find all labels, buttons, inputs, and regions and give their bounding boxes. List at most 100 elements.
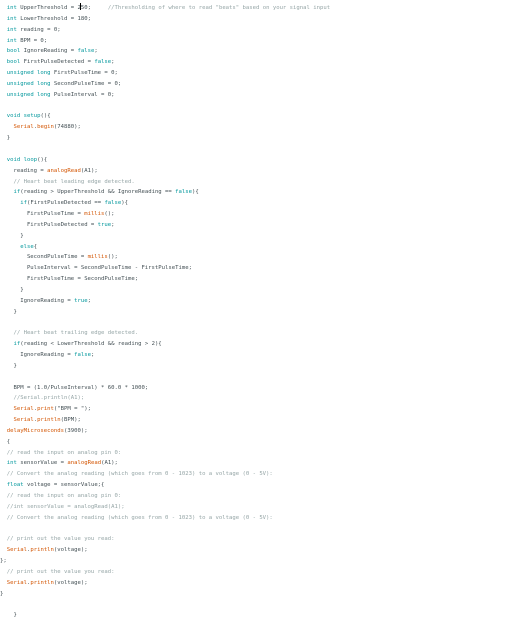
code-line[interactable]: FirstPulseDetected = true; (0, 220, 506, 231)
code-line[interactable] (0, 144, 506, 155)
code-line[interactable]: FirstPulseTime = millis(); (0, 209, 506, 220)
code-line[interactable]: Serial.begin(74880); (0, 122, 506, 133)
code-keyword: void (6, 156, 21, 163)
code-comment: //Serial.println(A1); (0, 395, 85, 402)
code-text: }; (0, 558, 7, 565)
code-line[interactable] (0, 317, 506, 328)
code-text: FirstPulseDetected = (20, 59, 95, 66)
code-line[interactable]: Serial.println(voltage); (0, 545, 506, 556)
code-line[interactable]: else{ (0, 242, 506, 253)
code-line[interactable]: if(reading > UpperThreshold && IgnoreRea… (0, 187, 506, 198)
code-line[interactable]: PulseInterval = SecondPulseTime - FirstP… (0, 263, 506, 274)
code-line[interactable]: int sensorValue = analogRead(A1); (0, 458, 506, 469)
code-text: LowerThreshold = 180; (16, 15, 91, 22)
code-text: (voltage); (53, 579, 88, 586)
code-text: (); (107, 254, 118, 261)
code-line[interactable]: { (0, 437, 506, 448)
code-text: IgnoreReading = (20, 48, 78, 55)
code-line[interactable]: bool FirstPulseDetected = false; (0, 57, 506, 68)
code-text: (74880); (53, 124, 81, 131)
code-line[interactable]: // Convert the analog reading (which goe… (0, 513, 506, 524)
code-line[interactable]: void loop(){ (0, 155, 506, 166)
code-line[interactable]: // Heart beat leading edge detected. (0, 177, 506, 188)
code-line[interactable]: unsigned long PulseInterval = 0; (0, 90, 506, 101)
code-line[interactable]: IgnoreReading = true; (0, 296, 506, 307)
code-text: reading = (0, 167, 48, 174)
code-text: SecondPulseTime = (0, 254, 88, 261)
code-line[interactable]: // read the input on analog pin 0: (0, 448, 506, 459)
code-line[interactable] (0, 101, 506, 112)
code-keyword: int (6, 460, 17, 467)
code-line[interactable]: int reading = 0; (0, 25, 506, 36)
code-line[interactable]: unsigned long SecondPulseTime = 0; (0, 79, 506, 90)
code-line[interactable]: } (0, 231, 506, 242)
code-line[interactable]: Serial.println(BPM); (0, 415, 506, 426)
code-keyword: unsigned long (6, 91, 51, 98)
code-line[interactable]: unsigned long FirstPulseTime = 0; (0, 68, 506, 79)
code-line[interactable]: int LowerThreshold = 180; (0, 14, 506, 25)
code-keyword: unsigned long (6, 80, 51, 87)
code-text: FirstPulseTime = (0, 211, 85, 218)
code-text: } (0, 232, 24, 239)
code-line[interactable] (0, 372, 506, 383)
code-line[interactable]: BPM = (1.0/PulseInterval) * 60.0 * 1000; (0, 383, 506, 394)
code-line[interactable]: void setup(){ (0, 111, 506, 122)
code-editor[interactable]: int UpperThreshold = 250; //Thresholding… (0, 3, 506, 621)
code-line[interactable]: //int sensorValue = analogRead(A1); (0, 502, 506, 513)
code-line[interactable]: } (0, 610, 506, 621)
code-text: ; (90, 352, 95, 358)
code-text: (reading > UpperThreshold && IgnoreReadi… (20, 189, 176, 196)
code-line[interactable] (0, 524, 506, 535)
code-line[interactable]: if(FirstPulseDetected == false){ (0, 198, 506, 209)
code-function: millis (84, 211, 105, 218)
code-text: FirstPulseDetected = (0, 221, 98, 228)
code-function: Serial (6, 579, 27, 586)
code-line[interactable]: IgnoreReading = false; (0, 350, 506, 361)
code-function: Serial (6, 547, 27, 554)
code-line[interactable]: // print out the value you read: (0, 567, 506, 578)
code-function: println (30, 547, 54, 554)
code-line[interactable]: } (0, 285, 506, 296)
code-function: delayMicroseconds (6, 427, 65, 434)
code-line[interactable]: // read the input on analog pin 0: (0, 491, 506, 502)
code-text: voltage = sensorValue;{ (23, 482, 105, 489)
code-line[interactable]: } (0, 361, 506, 372)
code-keyword: false (104, 200, 122, 207)
code-keyword: true (74, 297, 88, 304)
code-line[interactable]: Serial.println(voltage); (0, 578, 506, 589)
code-text: } (0, 590, 4, 597)
code-function: analogRead (47, 167, 81, 174)
code-line[interactable]: // Heart beat trailing edge detected. (0, 328, 506, 339)
code-line[interactable]: // print out the value you read: (0, 534, 506, 545)
code-text: ; (111, 59, 115, 66)
code-line[interactable]: if(reading < LowerThreshold && reading >… (0, 339, 506, 350)
code-line[interactable]: } (0, 307, 506, 318)
code-keyword: unsigned long (6, 70, 51, 77)
code-line[interactable]: }; (0, 556, 506, 567)
code-line[interactable]: Serial.print("BPM = "); (0, 404, 506, 415)
code-line[interactable]: int UpperThreshold = 250; //Thresholding… (0, 3, 506, 14)
code-line[interactable]: delayMicroseconds(3900); (0, 426, 506, 437)
code-line[interactable]: } (0, 589, 506, 600)
code-text: reading = 0; (16, 26, 61, 33)
code-line[interactable]: float voltage = sensorValue;{ (0, 480, 506, 491)
code-line[interactable]: } (0, 133, 506, 144)
code-line[interactable] (0, 599, 506, 610)
code-line[interactable]: // Convert the analog reading (which goe… (0, 469, 506, 480)
code-line[interactable]: reading = analogRead(A1); (0, 166, 506, 177)
code-line[interactable]: SecondPulseTime = millis(); (0, 252, 506, 263)
code-keyword: int (6, 26, 17, 33)
code-comment: // read the input on analog pin 0: (0, 492, 122, 499)
code-line[interactable]: FirstPulseTime = SecondPulseTime; (0, 274, 506, 285)
code-line[interactable]: int BPM = 0; (0, 36, 506, 47)
code-function: Serial (13, 124, 34, 131)
code-line[interactable]: //Serial.println(A1); (0, 393, 506, 404)
code-keyword: true (97, 221, 112, 228)
code-line[interactable]: bool IgnoreReading = false; (0, 46, 506, 57)
code-text: (FirstPulseDetected == (26, 200, 105, 207)
